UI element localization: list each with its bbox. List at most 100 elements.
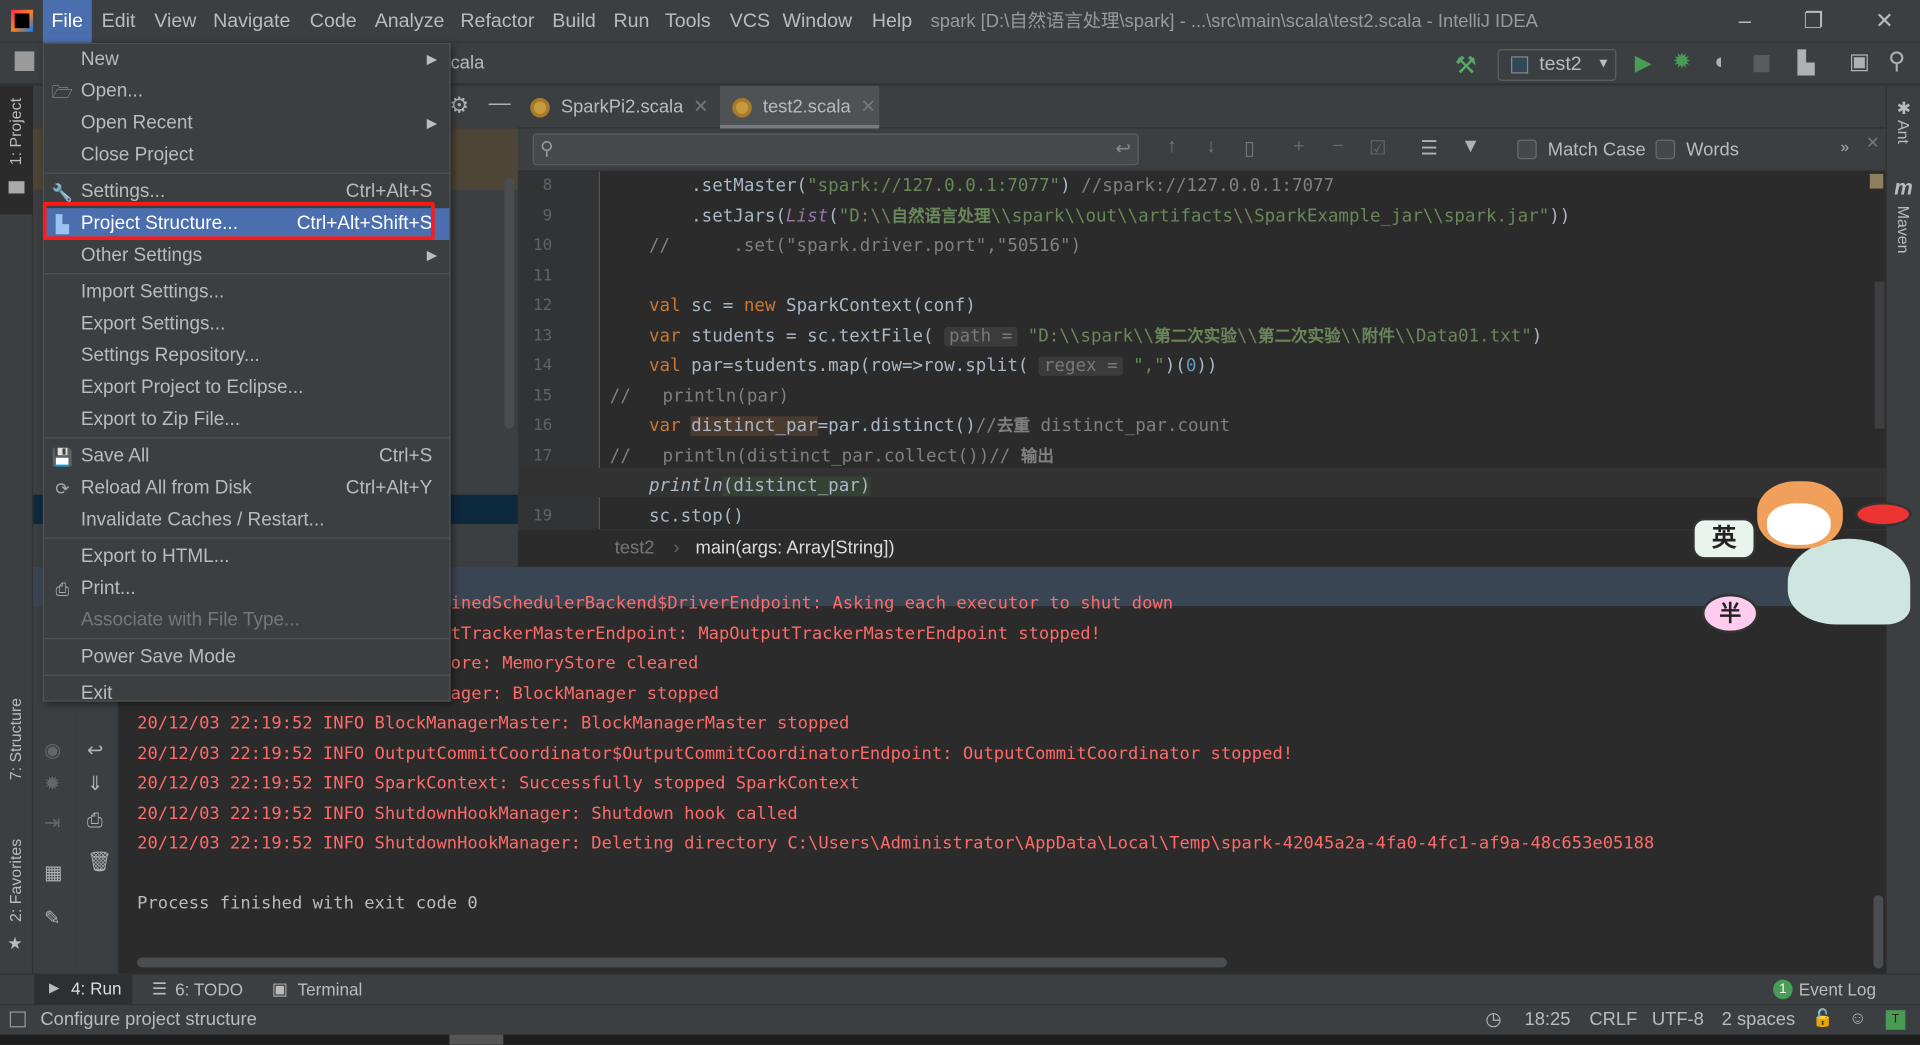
structure-tool-button[interactable]: 7: Structure: [6, 698, 24, 780]
breadcrumb-object[interactable]: test2: [615, 538, 655, 559]
menu-item-import-settings[interactable]: Import Settings...: [44, 277, 449, 309]
menu-item-export-settings[interactable]: Export Settings...: [44, 309, 449, 341]
terminal-icon[interactable]: ▣: [1849, 49, 1870, 75]
menu-item-print[interactable]: ⎙ Print...: [44, 573, 449, 605]
code-line[interactable]: var students = sc.textFile( path = "D:\\…: [649, 321, 1542, 350]
scroll-to-end-icon[interactable]: ⇓: [87, 771, 103, 795]
console-v-scrollbar[interactable]: [1873, 895, 1884, 969]
restore-button[interactable]: ❐: [1785, 0, 1841, 43]
menu-item-export-project-to-eclipse[interactable]: Export Project to Eclipse...: [44, 372, 449, 404]
project-tool-button[interactable]: 1: Project: [0, 85, 34, 215]
more-options-icon[interactable]: »: [1840, 137, 1849, 155]
code-line[interactable]: // println(distinct_par.collect())// 输出: [610, 441, 1054, 470]
todo-tool-button[interactable]: 6: TODO: [175, 980, 243, 1000]
favorites-tool-button[interactable]: 2: Favorites: [6, 839, 24, 922]
code-line[interactable]: sc.stop(): [649, 501, 744, 529]
project-structure-toolbar-icon[interactable]: ▙: [1798, 50, 1815, 76]
code-line[interactable]: // .set("spark.driver.port","50516"): [649, 231, 1081, 260]
minimize-button[interactable]: –: [1717, 0, 1773, 43]
debug-icon[interactable]: ✹: [44, 771, 60, 795]
search-everywhere-icon[interactable]: ⚲: [1888, 48, 1905, 76]
close-find-icon[interactable]: ✕: [1866, 133, 1879, 153]
close-tab-icon[interactable]: ✕: [693, 97, 708, 118]
event-log-button[interactable]: Event Log: [1799, 980, 1876, 1000]
code-line[interactable]: .setMaster("spark://127.0.0.1:7077") //s…: [649, 171, 1334, 200]
exit-icon[interactable]: ⇥: [44, 811, 60, 835]
code-line[interactable]: println(distinct_par): [649, 471, 871, 500]
close-tab-icon[interactable]: ✕: [860, 97, 875, 118]
menu-item-new[interactable]: New ▶: [44, 44, 449, 76]
close-window-button[interactable]: ✕: [1856, 0, 1912, 43]
next-occurrence-icon[interactable]: ↓: [1206, 136, 1216, 158]
code-editor[interactable]: 8910111213141516171819 .setMaster("spark…: [517, 171, 1886, 529]
menu-refactor[interactable]: Refactor: [452, 0, 543, 43]
menu-view[interactable]: View: [146, 0, 205, 43]
menu-item-invalidate-caches-restart[interactable]: Invalidate Caches / Restart...: [44, 504, 449, 536]
maven-tool-button[interactable]: Maven: [1894, 206, 1912, 254]
coverage-icon[interactable]: ◖: [1712, 49, 1725, 75]
remove-occurrence-icon[interactable]: −: [1332, 136, 1343, 158]
menu-help[interactable]: Help: [863, 0, 920, 43]
code-line[interactable]: val sc = new SparkContext(conf): [649, 291, 976, 320]
menu-build[interactable]: Build: [544, 0, 605, 43]
build-hammer-icon[interactable]: ⚒: [1455, 50, 1477, 81]
caret-position[interactable]: 18:25: [1525, 1009, 1571, 1030]
hide-panel-icon[interactable]: —: [489, 91, 511, 117]
menu-item-associate-with-file-type[interactable]: Associate with File Type...: [44, 605, 449, 637]
run-icon[interactable]: ▶: [1635, 50, 1652, 76]
layout-icon[interactable]: ▦: [44, 861, 63, 885]
select-occurrences-icon[interactable]: ☑: [1369, 136, 1387, 160]
menu-item-settings-repository[interactable]: Settings Repository...: [44, 340, 449, 372]
code-line[interactable]: // println(par): [610, 381, 789, 410]
editor-scrollbar[interactable]: [1874, 281, 1885, 429]
select-all-icon[interactable]: ▯: [1244, 136, 1255, 160]
code-line[interactable]: var distinct_par=par.distinct()//去重 dist…: [649, 411, 1230, 440]
add-occurrence-icon[interactable]: +: [1293, 136, 1304, 158]
tab-test2[interactable]: test2.scala ✕: [720, 85, 880, 129]
filter-icon[interactable]: ▼: [1461, 136, 1480, 158]
file-encoding[interactable]: UTF-8: [1652, 1009, 1704, 1030]
menu-item-open-recent[interactable]: Open Recent ▶: [44, 108, 449, 140]
inspection-indicator[interactable]: [1869, 173, 1884, 189]
menu-item-save-all[interactable]: 💾 Save All Ctrl+S: [44, 441, 449, 473]
indent-setting[interactable]: 2 spaces: [1722, 1009, 1796, 1030]
menu-navigate[interactable]: Navigate: [204, 0, 298, 43]
menu-window[interactable]: Window: [774, 0, 861, 43]
previous-occurrence-icon[interactable]: ↑: [1167, 136, 1177, 158]
clear-all-icon[interactable]: 🗑: [87, 850, 112, 874]
menu-file[interactable]: File: [42, 0, 92, 43]
print-icon[interactable]: ⎙: [87, 811, 103, 833]
terminal-tool-button[interactable]: Terminal: [298, 980, 363, 1000]
menu-analyze[interactable]: Analyze: [366, 0, 453, 43]
menu-item-close-project[interactable]: Close Project: [44, 140, 449, 172]
find-input[interactable]: ⚲ ↩: [532, 133, 1139, 166]
debug-icon[interactable]: ✹: [1673, 49, 1691, 75]
menu-edit[interactable]: Edit: [93, 0, 144, 43]
pin-icon[interactable]: ✎: [44, 906, 60, 930]
project-scrollbar[interactable]: [504, 177, 515, 429]
lock-icon[interactable]: 🔓: [1812, 1008, 1833, 1029]
menu-vcs[interactable]: VCS: [721, 0, 778, 43]
soft-wrap-icon[interactable]: ↩: [87, 738, 103, 762]
toggle-tool-windows-icon[interactable]: [9, 1011, 26, 1028]
line-separator[interactable]: CRLF: [1589, 1009, 1637, 1030]
new-line-icon[interactable]: ↩: [1116, 137, 1131, 159]
menu-item-other-settings[interactable]: Other Settings ▶: [44, 240, 449, 272]
console-h-scrollbar[interactable]: [137, 957, 1227, 968]
breadcrumb-method[interactable]: main(args: Array[String]): [696, 538, 895, 559]
inspector-icon[interactable]: ☺: [1849, 1008, 1867, 1028]
stop-icon[interactable]: [1753, 55, 1770, 73]
match-case-checkbox[interactable]: [1517, 139, 1537, 160]
project-toolbar-icon[interactable]: [14, 51, 35, 72]
tab-sparkpi2[interactable]: SparkPi2.scala ✕: [518, 86, 716, 129]
code-line[interactable]: .setJars(List("D:\\自然语言处理\\spark\\out\\a…: [649, 201, 1570, 230]
menu-tools[interactable]: Tools: [656, 0, 719, 43]
code-line[interactable]: val par=students.map(row=>row.split( reg…: [649, 351, 1217, 380]
run-tool-button[interactable]: ▶ 4: Run: [34, 974, 133, 1005]
menu-run[interactable]: Run: [605, 0, 658, 43]
menu-item-export-to-html[interactable]: Export to HTML...: [44, 541, 449, 573]
menu-item-power-save-mode[interactable]: Power Save Mode: [44, 642, 449, 674]
plugin-icon[interactable]: T: [1885, 1010, 1906, 1030]
menu-item-reload-all-from-disk[interactable]: ⟳ Reload All from Disk Ctrl+Alt+Y: [44, 473, 449, 505]
menu-item-export-to-zip-file[interactable]: Export to Zip File...: [44, 404, 449, 436]
